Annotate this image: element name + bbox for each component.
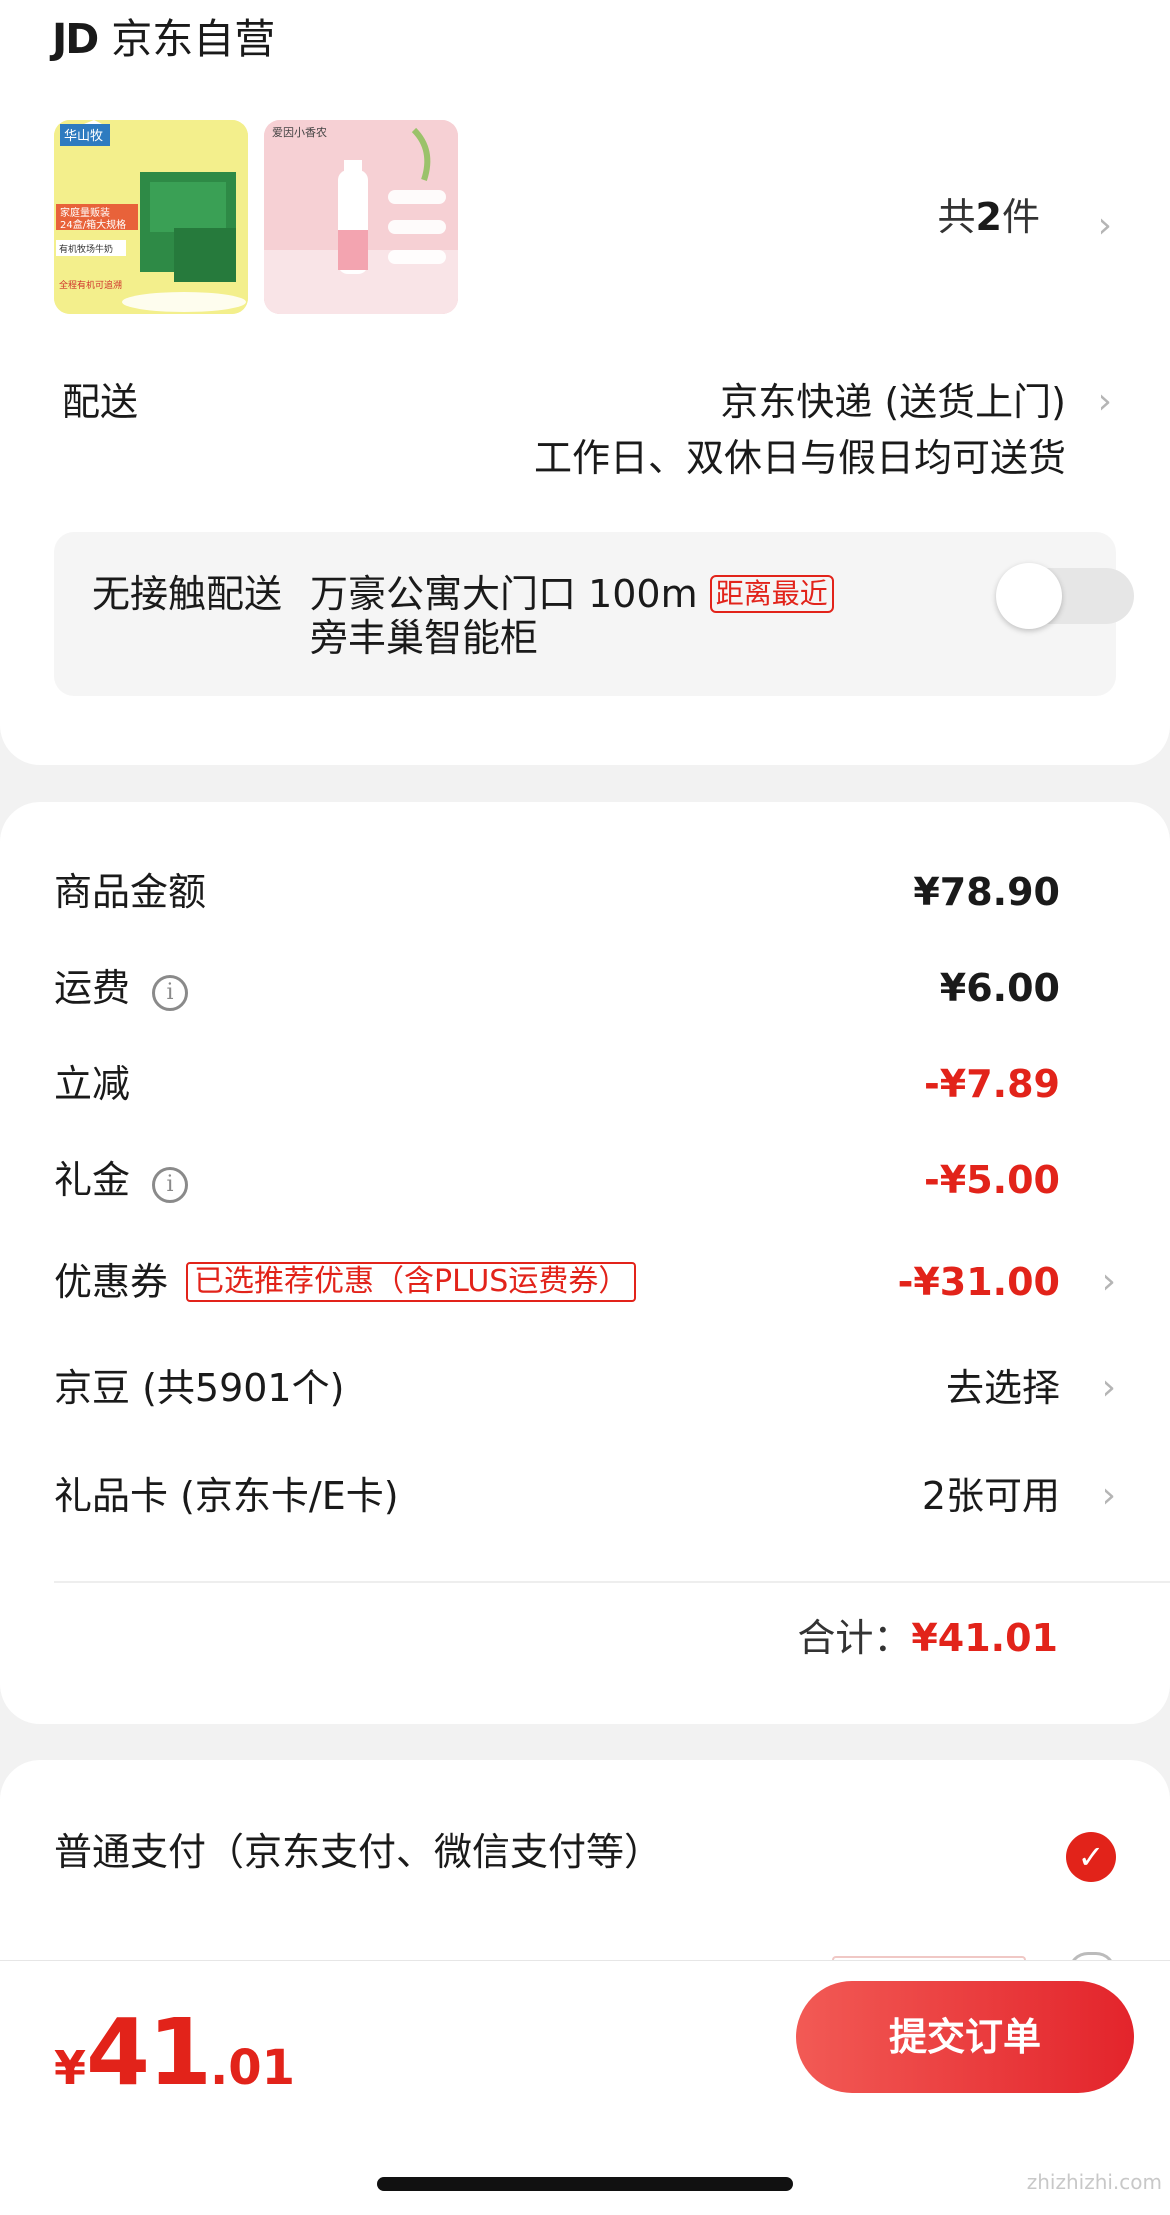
bottom-currency: ¥ [54,2041,87,2095]
gift-money-value: -¥5.00 [924,1158,1060,1202]
row-gift-card[interactable]: 礼品卡 (京东卡/E卡) 2张可用 › [54,1466,1116,1526]
info-icon[interactable]: i [152,975,189,1011]
shipping-fee-value: ¥6.00 [939,966,1060,1010]
bottom-total-price: ¥41.01 [54,1999,295,2106]
home-indicator[interactable] [377,2177,793,2191]
count-suffix: 件 [1001,195,1040,239]
bottom-bar: ¥41.01 提交订单 [0,1960,1170,2215]
info-icon[interactable]: i [152,1167,189,1203]
row-jd-beans[interactable]: 京豆 (共5901个) 去选择 › [54,1358,1116,1418]
delivery-label: 配送 [62,380,139,424]
jd-beans-value: 去选择 [945,1366,1060,1410]
thumb1-text-1: 家庭量贩装 [60,206,110,219]
nearest-tag: 距离最近 [709,575,834,613]
gift-card-value: 2张可用 [921,1474,1060,1518]
coupon-label-wrap: 优惠券 已选推荐优惠（含PLUS运费券） [54,1258,637,1306]
row-coupon[interactable]: 优惠券 已选推荐优惠（含PLUS运费券） -¥31.00 › [54,1252,1116,1312]
delivery-chevron-icon: › [1097,381,1112,422]
product-thumbnail-1[interactable]: 华山牧 家庭量贩装 24盒/箱大规格 有机牧场牛奶 全程有机可追溯 [54,120,248,314]
gift-card-chevron-icon: › [1101,1475,1116,1516]
store-name: 京东自营 [111,15,276,63]
row-instant-discount: 立减 -¥7.89 [54,1054,1116,1114]
instant-discount-value: -¥7.89 [924,1062,1060,1106]
gift-card-label: 礼品卡 (京东卡/E卡) [54,1474,399,1518]
total-value: ¥41.01 [911,1616,1058,1660]
goods-amount-value: ¥78.90 [913,870,1060,914]
shipping-fee-label-wrap: 运费 i [54,964,189,1012]
goods-amount-label: 商品金额 [54,870,207,914]
contactless-location-line1: 万豪公寓大门口 100m 距离最近 [310,570,834,618]
bottom-price-decimal: .01 [210,2040,296,2096]
watermark: zhizhizhi.com [1026,2170,1162,2194]
thumb1-brand: 华山牧 [64,129,103,144]
thumb1-text-3: 有机牧场牛奶 [59,243,113,255]
item-count[interactable]: 共2件 [938,193,1040,241]
delivery-method[interactable]: 京东快递 (送货上门) [720,378,1066,426]
store-title: JD 京东自营 [52,12,275,66]
payment-option-label[interactable]: 普通支付（京东支付、微信支付等） [54,1828,662,1876]
count-number: 2 [975,195,1002,239]
contactless-label: 无接触配送 [92,572,283,616]
coupon-label: 优惠券 [54,1260,169,1304]
gift-money-label: 礼金 [54,1158,131,1202]
contactless-location-text: 万豪公寓大门口 100m [310,572,698,616]
bottom-price-integer: 41 [86,1999,212,2106]
toggle-knob [996,563,1062,629]
item-count-chevron-icon: › [1097,205,1112,246]
product-thumbnail-2[interactable]: 爱因小香农 [264,120,458,314]
submit-order-button[interactable]: 提交订单 [796,1981,1134,2093]
gift-money-label-wrap: 礼金 i [54,1156,189,1204]
thumb1-text-2: 24盒/箱大规格 [60,218,126,231]
coupon-chevron-icon: › [1101,1261,1116,1302]
contactless-location-line2: 旁丰巢智能柜 [310,616,539,660]
count-prefix: 共 [937,195,976,239]
contactless-delivery-box: 无接触配送 万豪公寓大门口 100m 距离最近 旁丰巢智能柜 [54,532,1134,696]
row-shipping-fee: 运费 i ¥6.00 [54,958,1116,1018]
delivery-schedule: 工作日、双休日与假日均可送货 [533,436,1066,480]
coupon-tag: 已选推荐优惠（含PLUS运费券） [186,1262,637,1302]
total-row: 合计：¥41.01 [797,1614,1058,1662]
jd-logo: JD [52,15,99,63]
coupon-value: -¥31.00 [897,1260,1060,1304]
divider [54,1581,1170,1583]
check-icon[interactable]: ✓ [1066,1832,1116,1882]
thumb2-brand: 爱因小香农 [272,125,327,139]
jd-beans-chevron-icon: › [1101,1367,1116,1408]
instant-discount-label: 立减 [54,1062,131,1106]
row-goods-amount: 商品金额 ¥78.90 [54,862,1116,922]
row-gift-money: 礼金 i -¥5.00 [54,1150,1116,1210]
thumb1-text-4: 全程有机可追溯 [59,279,122,291]
shipping-fee-label: 运费 [54,966,131,1010]
price-card: 商品金额 ¥78.90 运费 i ¥6.00 立减 -¥7.89 礼金 i -¥5.… [0,802,1170,1724]
total-label: 合计： [797,1616,912,1660]
jd-beans-label: 京豆 (共5901个) [54,1366,345,1410]
contactless-toggle[interactable] [996,563,1134,629]
store-card: JD 京东自营 华山牧 家庭量贩装 24盒/箱大规格 有机牧场牛奶 全程有机可追溯… [0,0,1170,765]
